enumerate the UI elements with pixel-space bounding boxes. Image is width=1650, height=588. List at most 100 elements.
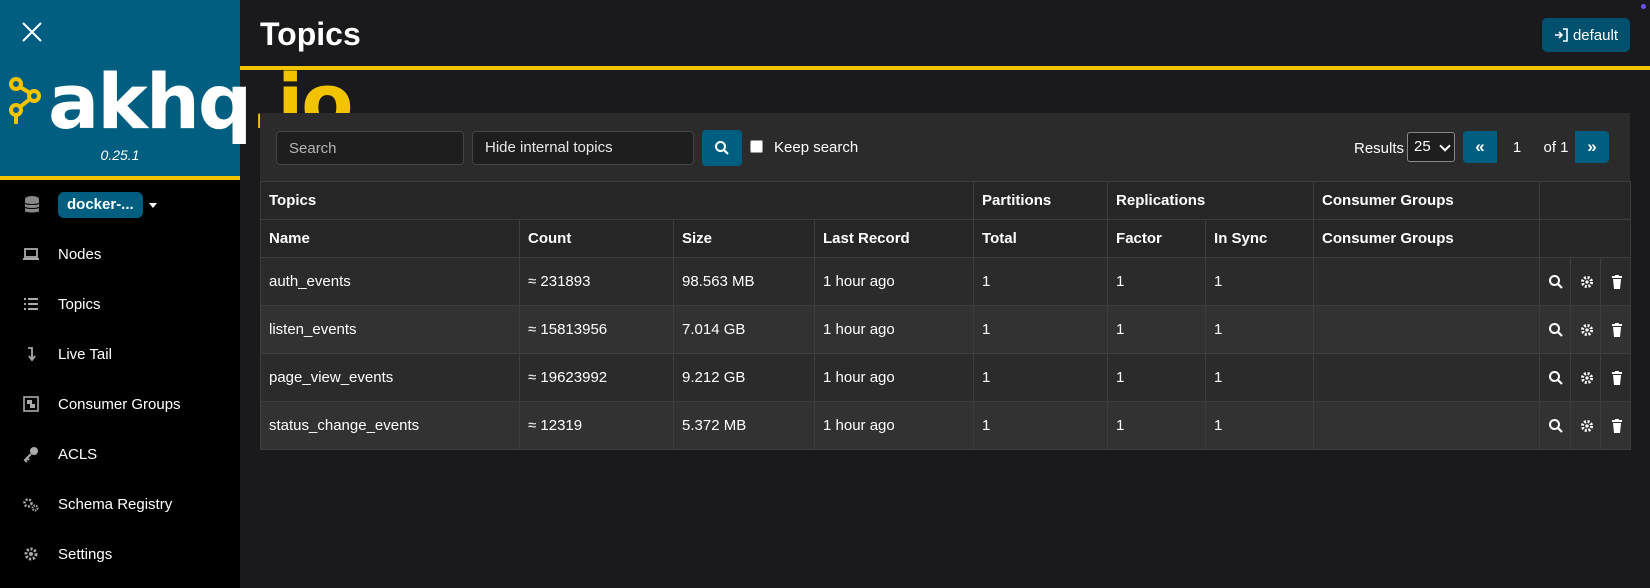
- search-button[interactable]: [702, 130, 742, 166]
- page-total: of 1: [1537, 131, 1575, 163]
- login-label: default: [1572, 26, 1618, 44]
- gear-icon: [1579, 321, 1595, 338]
- delete-topic-button[interactable]: [1600, 257, 1632, 306]
- database-icon: [24, 196, 40, 213]
- topics-panel: Hide internal topics Keep search Results…: [259, 113, 1632, 450]
- cell-last-record: 1 hour ago: [813, 401, 975, 450]
- sidebar-item-nodes[interactable]: Nodes: [0, 234, 240, 274]
- close-icon[interactable]: [20, 20, 44, 44]
- cell-in-sync: 1: [1205, 257, 1315, 306]
- sign-in-icon: [1554, 28, 1568, 42]
- cogs-icon: [23, 498, 39, 512]
- column-header-last-record[interactable]: Last Record: [813, 219, 975, 258]
- cell-consumer-groups: [1313, 401, 1541, 450]
- sidebar-item-live-tail[interactable]: Live Tail: [0, 334, 240, 374]
- table-row[interactable]: auth_events ≈ 231893 98.563 MB 1 hour ago 1 1…: [260, 257, 1632, 306]
- sidebar-item-acls[interactable]: ACLS: [0, 434, 240, 474]
- sidebar-item-topics[interactable]: Topics: [0, 284, 240, 324]
- table-row[interactable]: status_change_events ≈ 12319 5.372 MB 1 hou…: [260, 401, 1632, 450]
- keep-search-checkbox[interactable]: [750, 140, 763, 153]
- sidebar-item-settings[interactable]: Settings: [0, 534, 240, 574]
- cell-consumer-groups: [1313, 353, 1541, 402]
- cell-name: status_change_events: [260, 401, 520, 450]
- cell-last-record: 1 hour ago: [813, 305, 975, 354]
- page-title: Topics: [260, 16, 361, 52]
- column-header-consumer-groups[interactable]: Consumer Groups: [1313, 219, 1541, 258]
- configure-topic-button[interactable]: [1570, 257, 1602, 306]
- cell-total: 1: [973, 353, 1109, 402]
- view-topic-button[interactable]: [1539, 353, 1572, 402]
- toolbar: Hide internal topics Keep search Results…: [260, 113, 1630, 181]
- cell-name: auth_events: [260, 257, 520, 306]
- sidebar-item-schema-registry[interactable]: Schema Registry: [0, 484, 240, 524]
- cell-in-sync: 1: [1205, 353, 1315, 402]
- gear-icon: [1579, 273, 1595, 290]
- cell-size: 98.563 MB: [673, 257, 815, 306]
- version-label: 0.25.1: [100, 147, 140, 163]
- sidebar-item-label: Settings: [58, 545, 113, 563]
- sidebar-item-label: ACLS: [58, 445, 98, 463]
- view-topic-button[interactable]: [1539, 401, 1572, 450]
- column-header-total[interactable]: Total: [973, 219, 1109, 258]
- search-icon: [1548, 321, 1564, 338]
- trash-icon: [1609, 417, 1625, 434]
- results-label: Results: [1354, 140, 1405, 157]
- cell-size: 7.014 GB: [673, 305, 815, 354]
- view-topic-button[interactable]: [1539, 305, 1572, 354]
- cell-factor: 1: [1107, 353, 1207, 402]
- first-page-button[interactable]: «: [1463, 131, 1497, 163]
- delete-topic-button[interactable]: [1600, 305, 1632, 354]
- trash-icon: [1609, 321, 1625, 338]
- chevron-down-icon[interactable]: [148, 202, 157, 208]
- column-header-size[interactable]: Size: [673, 219, 815, 258]
- gear-icon: [1579, 417, 1595, 434]
- delete-topic-button[interactable]: [1600, 401, 1632, 450]
- cell-last-record: 1 hour ago: [813, 353, 975, 402]
- results-per-page-select[interactable]: 25: [1407, 132, 1455, 162]
- last-page-button[interactable]: »: [1575, 131, 1609, 163]
- cell-total: 1: [973, 257, 1109, 306]
- view-topic-button[interactable]: [1539, 257, 1572, 306]
- cell-count: ≈ 12319: [519, 401, 674, 450]
- cluster-selector[interactable]: docker-...: [20, 191, 157, 219]
- current-page: 1: [1497, 131, 1537, 163]
- cell-size: 9.212 GB: [673, 353, 815, 402]
- topic-filter-select[interactable]: Hide internal topics: [472, 131, 694, 165]
- column-header-count[interactable]: Count: [519, 219, 674, 258]
- delete-topic-button[interactable]: [1600, 353, 1632, 402]
- cell-total: 1: [973, 305, 1109, 354]
- sidebar-item-consumer-groups[interactable]: Consumer Groups: [0, 384, 240, 424]
- group-header-actions: [1539, 181, 1632, 220]
- keep-search-label: Keep search: [774, 139, 859, 156]
- pagination: « 1 of 1 »: [1463, 131, 1609, 163]
- key-icon: [23, 447, 38, 463]
- akhq-logo[interactable]: akhq.io: [6, 62, 353, 142]
- sidebar-item-label: Topics: [58, 295, 101, 313]
- cell-total: 1: [973, 401, 1109, 450]
- column-header-factor[interactable]: Factor: [1107, 219, 1207, 258]
- column-header-in-sync[interactable]: In Sync: [1205, 219, 1315, 258]
- table-row[interactable]: page_view_events ≈ 19623992 9.212 GB 1 hour…: [260, 353, 1632, 402]
- configure-topic-button[interactable]: [1570, 401, 1602, 450]
- cell-name: page_view_events: [260, 353, 520, 402]
- cell-consumer-groups: [1313, 305, 1541, 354]
- status-dot: [1641, 4, 1646, 9]
- login-button[interactable]: default: [1541, 18, 1630, 52]
- laptop-icon: [23, 248, 39, 260]
- search-input[interactable]: [276, 131, 464, 165]
- configure-topic-button[interactable]: [1570, 305, 1602, 354]
- cell-count: ≈ 15813956: [519, 305, 674, 354]
- search-icon: [1548, 369, 1564, 386]
- sidebar-item-label: Live Tail: [58, 345, 112, 363]
- cell-factor: 1: [1107, 305, 1207, 354]
- brand-area: akhq.io 0.25.1: [0, 0, 353, 180]
- trash-icon: [1609, 273, 1625, 290]
- configure-topic-button[interactable]: [1570, 353, 1602, 402]
- page-header: Topics default: [240, 0, 1650, 70]
- list-icon: [24, 298, 38, 310]
- cell-in-sync: 1: [1205, 305, 1315, 354]
- cluster-badge[interactable]: docker-...: [58, 192, 143, 218]
- search-icon: [715, 141, 729, 155]
- column-header-name[interactable]: Name: [260, 219, 520, 258]
- table-row[interactable]: listen_events ≈ 15813956 7.014 GB 1 hour ag…: [260, 305, 1632, 354]
